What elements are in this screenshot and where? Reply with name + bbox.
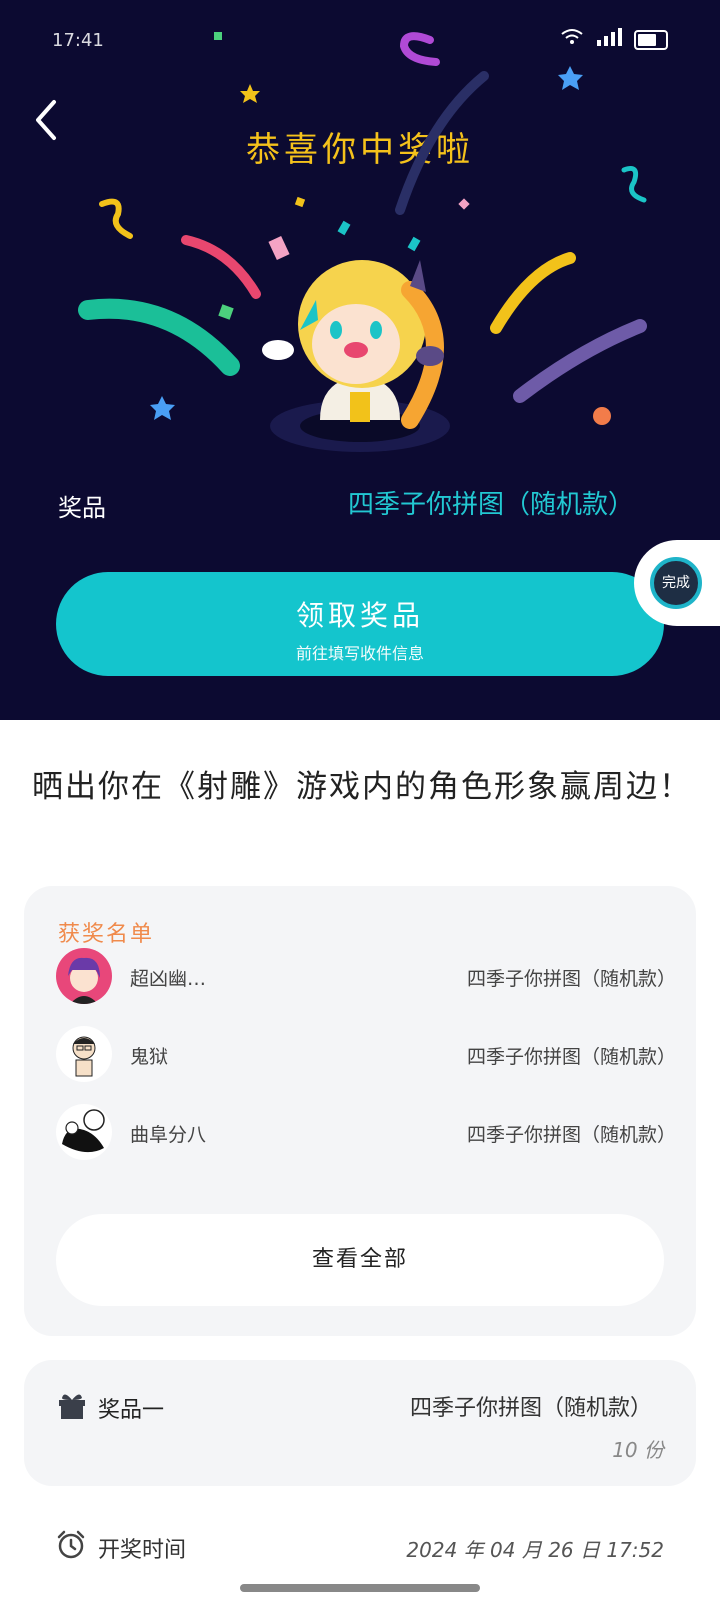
view-all-button[interactable]: 查看全部: [56, 1214, 664, 1306]
winner-prize: 四季子你拼图（随机款）: [466, 968, 676, 990]
prize-name: 四季子你拼图（随机款）: [409, 1396, 652, 1421]
winners-card: 获奖名单 超凶幽… 四季子你拼图（随机款） 鬼狱 四季子你拼图（随机款） 曲阜分…: [24, 886, 696, 1336]
winner-name: 鬼狱: [130, 1046, 169, 1068]
floating-badge[interactable]: 完成: [634, 540, 720, 626]
winner-prize: 四季子你拼图（随机款）: [466, 1124, 676, 1146]
draw-time-row: 开奖时间 2024 年 04 月 26 日 17:52: [56, 1528, 664, 1568]
floating-badge-avatar: 完成: [650, 557, 702, 609]
claim-prize-button[interactable]: 领取奖品 前往填写收件信息: [56, 572, 664, 676]
winner-name: 曲阜分八: [130, 1124, 207, 1146]
event-headline: 晒出你在《射雕》游戏内的角色形象赢周边！: [32, 769, 692, 805]
alarm-clock-icon: [57, 1530, 85, 1559]
prize-quantity: 10 份: [612, 1438, 664, 1462]
winner-row: 鬼狱 四季子你拼图（随机款）: [56, 1026, 676, 1086]
prize-tier-label: 奖品一: [98, 1398, 165, 1423]
winner-avatar[interactable]: [56, 1026, 112, 1082]
anime-avatar-icon: [68, 957, 100, 1004]
winners-title: 获奖名单: [58, 922, 155, 947]
winner-row: 曲阜分八 四季子你拼图（随机款）: [56, 1104, 676, 1164]
winner-avatar[interactable]: [56, 948, 112, 1004]
home-indicator[interactable]: [240, 1584, 480, 1592]
prize-value: 四季子你拼图（随机款）: [347, 490, 634, 520]
claim-prize-sublabel: 前往填写收件信息: [295, 644, 424, 663]
prize-info-card: 奖品一 四季子你拼图（随机款） 10 份: [24, 1360, 696, 1486]
winner-row: 超凶幽… 四季子你拼图（随机款）: [56, 948, 676, 1008]
draw-time-value: 2024 年 04 月 26 日 17:52: [406, 1538, 664, 1562]
claim-prize-label: 领取奖品: [295, 599, 424, 632]
prize-label: 奖品: [58, 494, 106, 522]
draw-time-label: 开奖时间: [98, 1538, 187, 1563]
celebration-header: 17:41 恭喜你中奖啦 奖品 四季子你拼图（随机款） 领取奖品 前往填写收件信…: [0, 0, 720, 720]
sketch-avatar-icon: [62, 1109, 105, 1153]
winner-name: 超凶幽…: [130, 968, 207, 990]
cartoon-person-avatar-icon: [72, 1036, 96, 1077]
gift-icon: [59, 1394, 85, 1419]
winner-prize: 四季子你拼图（随机款）: [466, 1046, 676, 1068]
winner-avatar[interactable]: [56, 1104, 112, 1160]
